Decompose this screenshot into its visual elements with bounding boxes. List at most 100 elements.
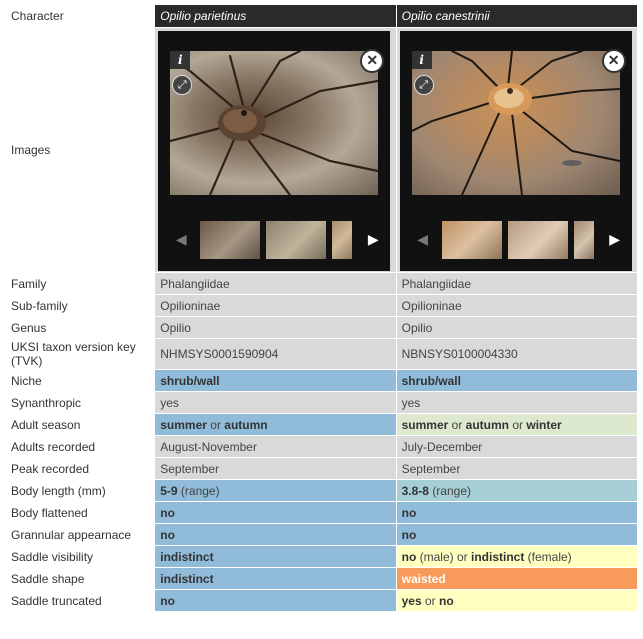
- row-label: UKSI taxon version key (TVK): [4, 338, 156, 370]
- connector-text: (female): [527, 549, 572, 564]
- table-row-peak-recorded: Peak recorded September September: [4, 457, 639, 480]
- connector-text: or: [424, 593, 436, 608]
- value-cell: no: [154, 589, 397, 612]
- value-text: no: [160, 527, 175, 542]
- row-label: Genus: [4, 316, 156, 339]
- thumbnail[interactable]: [441, 221, 502, 259]
- close-icon[interactable]: ✕: [360, 49, 385, 73]
- info-icon[interactable]: i: [411, 51, 432, 69]
- table-row-family: Family Phalangiidae Phalangiidae: [4, 272, 639, 295]
- chevron-left-icon[interactable]: ◀: [174, 229, 188, 249]
- species-header-1[interactable]: Opilio parietinus: [154, 4, 397, 28]
- value-cell: no: [154, 501, 397, 524]
- row-label: Niche: [4, 369, 156, 392]
- value-cell: September: [395, 457, 639, 480]
- value-cell: Opilioninae: [395, 294, 639, 317]
- table-row-adults-recorded: Adults recorded August-November July-Dec…: [4, 435, 639, 458]
- value-cell: August-November: [154, 435, 397, 458]
- value-cell: shrub/wall: [154, 369, 397, 392]
- connector-text: (range): [180, 483, 220, 498]
- row-label: Family: [4, 272, 156, 295]
- value-text: autumn: [224, 417, 268, 432]
- value-text: no: [401, 505, 417, 520]
- value-text: indistinct: [160, 549, 214, 564]
- value-cell: indistinct: [154, 545, 397, 568]
- connector-text: or: [451, 417, 463, 432]
- row-label: Saddle shape: [4, 567, 156, 590]
- value-cell: Opilioninae: [154, 294, 397, 317]
- expand-icon[interactable]: ⤢: [413, 75, 434, 95]
- thumbnail[interactable]: [507, 221, 568, 259]
- table-row-synanthropic: Synanthropic yes yes: [4, 391, 639, 414]
- value-cell: July-December: [395, 435, 639, 458]
- table-row-tvk: UKSI taxon version key (TVK) NHMSYS00015…: [4, 338, 639, 370]
- row-label: Saddle truncated: [4, 589, 156, 612]
- table-row-saddle-shape: Saddle shape indistinct waisted: [4, 567, 639, 590]
- value-cell: no (male) or indistinct (female): [395, 545, 639, 568]
- thumbnail-strip: ◀ ▶: [400, 219, 632, 261]
- table-row-saddle-truncated: Saddle truncated no yes or no: [4, 589, 639, 612]
- value-cell: yes: [154, 391, 397, 414]
- image-viewer: i ⤢ ✕ ◀ ▶: [158, 31, 391, 271]
- chevron-left-icon[interactable]: ◀: [416, 229, 430, 249]
- thumbnail[interactable]: [200, 221, 261, 259]
- value-text: summer: [401, 417, 449, 432]
- image-gallery-1: i ⤢ ✕ ◀ ▶: [154, 27, 397, 273]
- thumbnail[interactable]: [332, 221, 353, 259]
- connector-text: or: [512, 417, 524, 432]
- value-text: indistinct: [470, 549, 525, 564]
- value-text: shrub/wall: [401, 373, 461, 388]
- value-cell: Phalangiidae: [154, 272, 397, 295]
- row-label: Body length (mm): [4, 479, 156, 502]
- thumbnail[interactable]: [266, 221, 327, 259]
- row-label: Synanthropic: [4, 391, 156, 414]
- value-cell: Opilio: [395, 316, 639, 339]
- harvestman-illustration: [170, 51, 379, 195]
- value-cell: no: [154, 523, 397, 546]
- chevron-right-icon[interactable]: ▶: [608, 229, 622, 249]
- row-label: Peak recorded: [4, 457, 156, 480]
- thumbnail[interactable]: [573, 221, 594, 259]
- chevron-right-icon[interactable]: ▶: [366, 229, 380, 249]
- value-cell: Phalangiidae: [395, 272, 639, 295]
- value-text: no: [439, 593, 454, 608]
- table-row-saddle-visibility: Saddle visibility indistinct no (male) o…: [4, 545, 639, 568]
- row-label: Body flattened: [4, 501, 156, 524]
- value-text: shrub/wall: [160, 373, 220, 388]
- table-row-granular-appearance: Grannular appearnace no no: [4, 523, 639, 546]
- close-icon[interactable]: ✕: [601, 49, 626, 73]
- value-cell: indistinct: [154, 567, 397, 590]
- value-text: no: [160, 505, 175, 520]
- value-text: no: [401, 527, 417, 542]
- comparison-table: Character Opilio parietinus Opilio canes…: [4, 4, 639, 612]
- thumbnail-strip: ◀ ▶: [158, 219, 390, 261]
- value-cell: summer or autumn: [154, 413, 397, 436]
- species-header-2[interactable]: Opilio canestrinii: [395, 4, 639, 28]
- row-label: Grannular appearnace: [4, 523, 156, 546]
- row-label: Adult season: [4, 413, 156, 436]
- connector-text: (range): [432, 483, 471, 498]
- main-photo[interactable]: [411, 51, 620, 195]
- table-row-genus: Genus Opilio Opilio: [4, 316, 639, 339]
- value-cell: yes: [395, 391, 639, 414]
- value-cell: 5-9 (range): [154, 479, 397, 502]
- value-cell: no: [395, 501, 639, 524]
- table-row-body-length: Body length (mm) 5-9 (range) 3.8-8 (rang…: [4, 479, 639, 502]
- value-text: 3.8-8: [401, 483, 429, 498]
- image-gallery-2: i ⤢ ✕ ◀ ▶: [395, 27, 639, 273]
- value-text: autumn: [465, 417, 509, 432]
- value-cell: waisted: [395, 567, 639, 590]
- value-cell: NHMSYS0001590904: [154, 338, 397, 370]
- row-label: Sub-family: [4, 294, 156, 317]
- info-icon[interactable]: i: [170, 51, 191, 69]
- main-photo[interactable]: [170, 51, 379, 195]
- connector-text: (male) or: [419, 549, 468, 564]
- value-text: 5-9: [160, 483, 178, 498]
- row-label: Saddle visibility: [4, 545, 156, 568]
- connector-text: or: [210, 417, 221, 432]
- value-cell: summer or autumn or winter: [395, 413, 639, 436]
- value-text: no: [401, 549, 417, 564]
- header-row: Character Opilio parietinus Opilio canes…: [4, 4, 639, 28]
- value-text: no: [160, 593, 175, 608]
- value-text: winter: [526, 417, 562, 432]
